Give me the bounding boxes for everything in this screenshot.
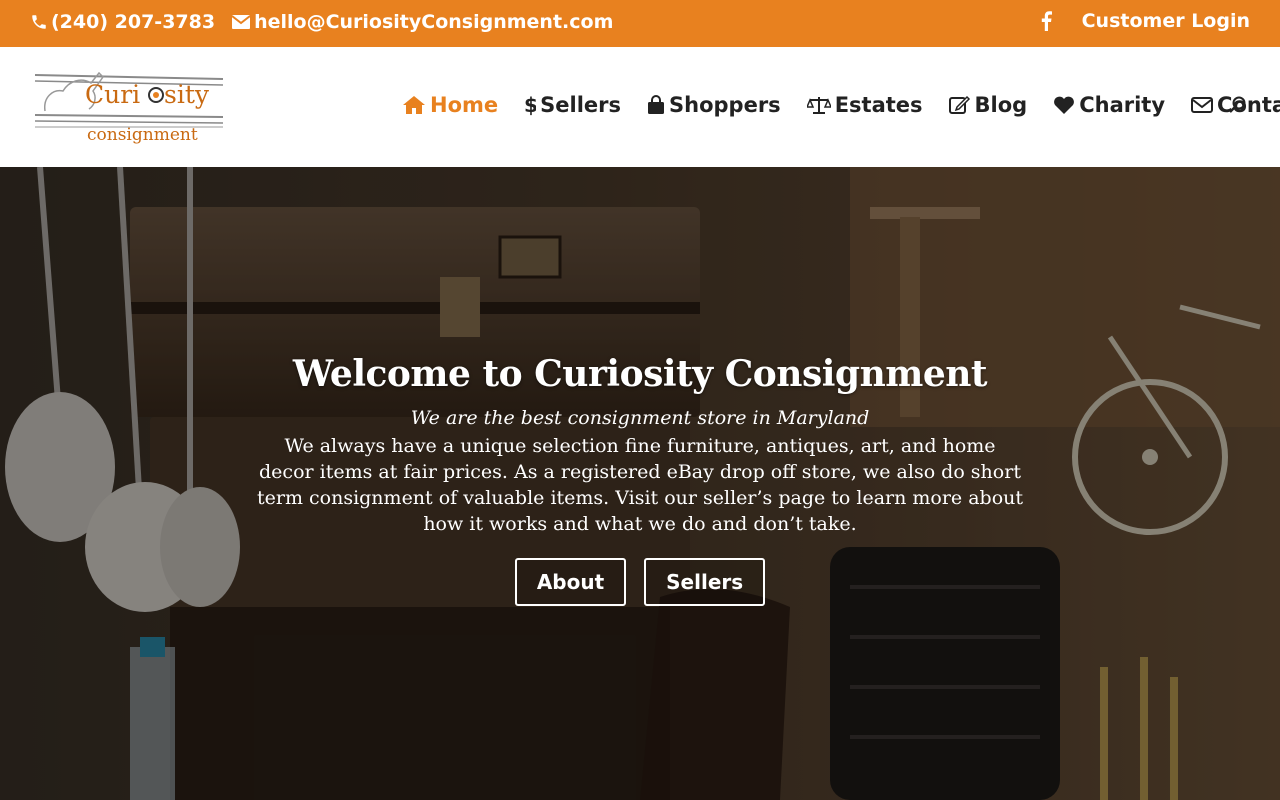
topbar-right: Customer Login bbox=[1041, 10, 1250, 32]
dollar-icon: $ bbox=[524, 94, 536, 116]
nav-item-blog[interactable]: Blog bbox=[948, 93, 1028, 117]
logo-word-sity: sity bbox=[164, 80, 210, 109]
heart-icon bbox=[1054, 96, 1075, 114]
hero-buttons: About Sellers bbox=[240, 558, 1040, 606]
logo-graphic: Curi sity consignment bbox=[34, 71, 224, 145]
svg-text:$: $ bbox=[524, 94, 536, 116]
nav-item-home[interactable]: Home bbox=[402, 93, 498, 117]
home-icon bbox=[403, 96, 425, 114]
nav-label-shoppers: Shoppers bbox=[669, 93, 781, 117]
sellers-button[interactable]: Sellers bbox=[644, 558, 766, 606]
customer-login-link[interactable]: Customer Login bbox=[1082, 10, 1250, 32]
hero-section: Welcome to Curiosity Consignment We are … bbox=[0, 167, 1280, 800]
about-button[interactable]: About bbox=[514, 558, 627, 606]
main-nav: Home $ Sellers Shoppers Estates Blog Cha… bbox=[402, 93, 1280, 117]
email-link[interactable]: hello@CuriosityConsignment.com bbox=[231, 11, 613, 33]
email-address: hello@CuriosityConsignment.com bbox=[254, 11, 614, 33]
nav-item-charity[interactable]: Charity bbox=[1053, 93, 1165, 117]
nav-label-estates: Estates bbox=[834, 93, 923, 117]
hero-body: We always have a unique selection fine f… bbox=[256, 435, 1024, 535]
phone-number: (240) 207-3783 bbox=[51, 11, 216, 33]
nav-label-home: Home bbox=[430, 93, 499, 117]
nav-item-estates[interactable]: Estates bbox=[806, 93, 923, 117]
hero-subtitle: We are the best consignment store in Mar… bbox=[410, 407, 870, 429]
top-bar: (240) 207-3783 hello@CuriosityConsignmen… bbox=[0, 0, 1280, 47]
search-icon bbox=[1229, 96, 1246, 113]
envelope-icon bbox=[1191, 97, 1214, 113]
search-button[interactable] bbox=[1229, 96, 1247, 118]
nav-item-sellers[interactable]: $ Sellers bbox=[524, 93, 621, 117]
nav-item-shoppers[interactable]: Shoppers bbox=[647, 93, 781, 117]
facebook-icon bbox=[1041, 11, 1052, 31]
phone-link[interactable]: (240) 207-3783 bbox=[30, 11, 215, 33]
facebook-link[interactable] bbox=[1041, 11, 1052, 31]
shopping-bag-icon bbox=[648, 95, 665, 114]
logo-word-consignment: consignment bbox=[87, 125, 198, 145]
contact-info: (240) 207-3783 hello@CuriosityConsignmen… bbox=[30, 11, 629, 33]
phone-icon bbox=[32, 15, 46, 29]
hero-title: Welcome to Curiosity Consignment bbox=[292, 353, 988, 395]
site-header: Curi sity consignment Home $ Sellers Sho… bbox=[0, 47, 1280, 167]
logo-word-curi: Curi bbox=[85, 80, 140, 109]
edit-icon bbox=[948, 95, 970, 114]
hero-content: Welcome to Curiosity Consignment We are … bbox=[240, 353, 1040, 606]
scales-icon bbox=[806, 97, 831, 114]
nav-label-blog: Blog bbox=[974, 93, 1028, 117]
site-logo[interactable]: Curi sity consignment bbox=[33, 67, 225, 145]
nav-label-contact: Contact bbox=[1217, 93, 1280, 117]
nav-label-charity: Charity bbox=[1079, 93, 1166, 117]
envelope-icon bbox=[231, 15, 251, 29]
nav-label-sellers: Sellers bbox=[540, 93, 622, 117]
